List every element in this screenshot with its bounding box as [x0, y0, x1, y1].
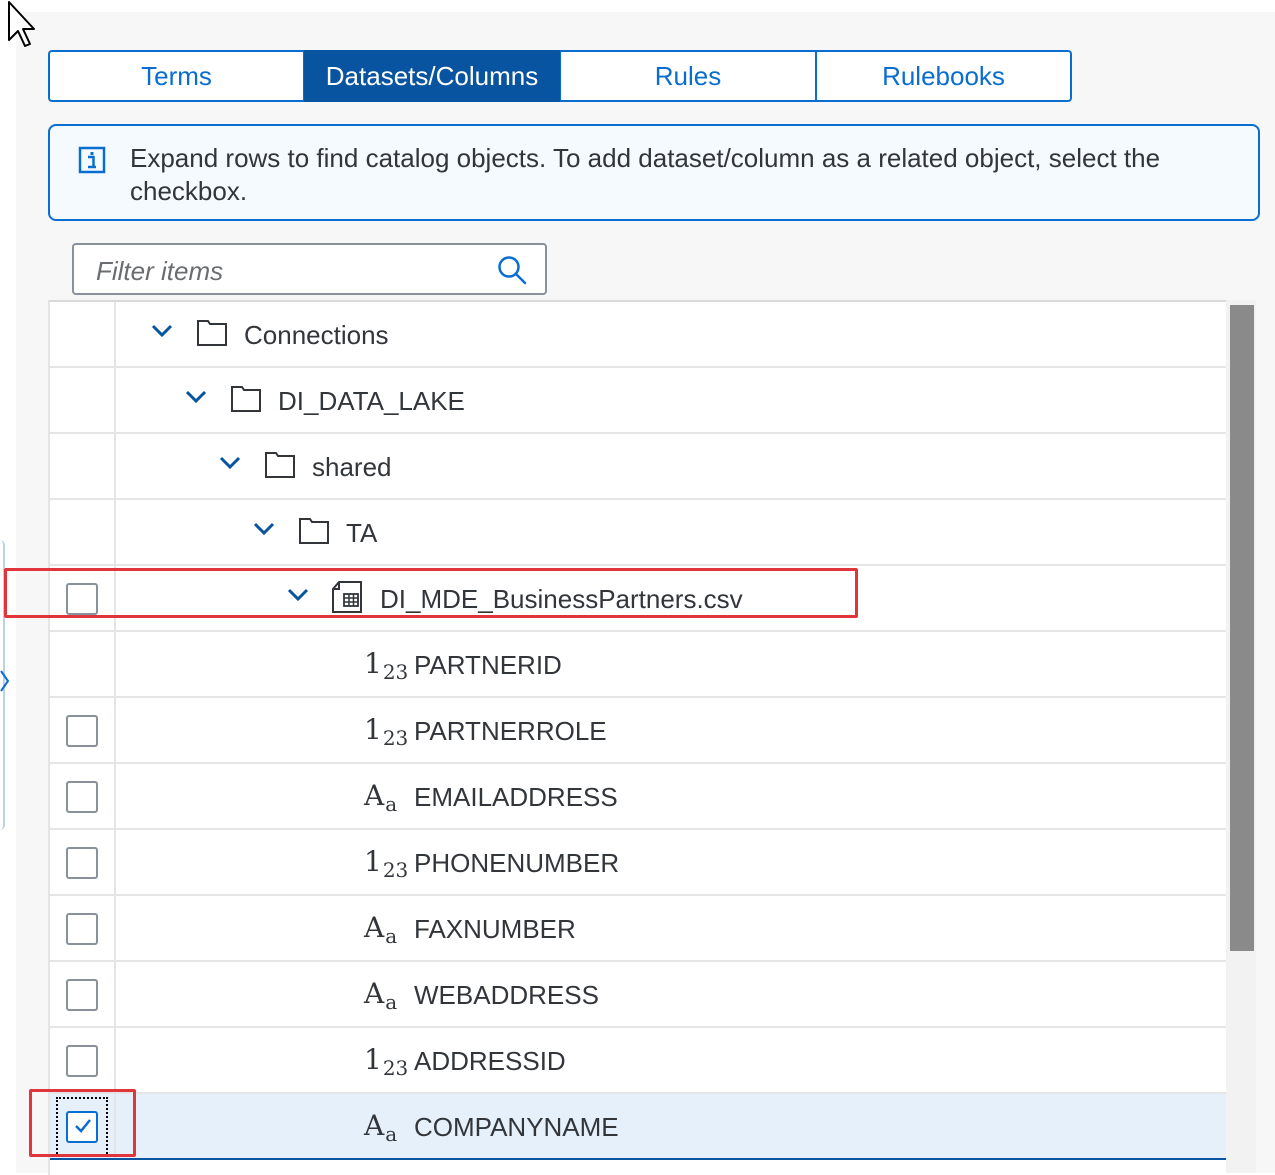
filter-input[interactable]: [94, 253, 488, 289]
info-message-strip: Expand rows to find catalog objects. To …: [48, 124, 1260, 221]
selection-cell: [50, 698, 116, 762]
chevron-down-icon[interactable]: [252, 521, 276, 537]
tree-row-label: WEBADDRESS: [414, 980, 599, 1010]
numeric-type-icon: 123: [364, 713, 409, 750]
highlight-box-dataset-row: [4, 568, 858, 618]
tree-row-column[interactable]: 123 ADDRESSID: [50, 1028, 1228, 1094]
folder-icon: [265, 452, 295, 478]
chevron-down-icon[interactable]: [150, 323, 174, 339]
tree-row-label: ADDRESSID: [414, 1046, 566, 1076]
tree-row-column[interactable]: 123 PARTNERROLE: [50, 698, 1228, 764]
tree-row-label: DI_DATA_LAKE: [278, 386, 465, 416]
scrollbar-thumb[interactable]: [1230, 305, 1254, 951]
tree-row-label: PHONENUMBER: [414, 848, 620, 878]
numeric-type-icon: 123: [364, 845, 409, 882]
string-type-icon: Aa: [364, 977, 398, 1014]
tree-row-label: COMPANYNAME: [414, 1112, 619, 1142]
chevron-down-icon[interactable]: [218, 455, 242, 471]
selection-cell: [50, 368, 116, 432]
row-checkbox[interactable]: [66, 715, 98, 747]
folder-icon: [299, 518, 329, 544]
tab-terms[interactable]: Terms: [48, 50, 304, 102]
tree-row[interactable]: shared: [50, 434, 1228, 500]
object-type-tabs: Terms Datasets/Columns Rules Rulebooks: [48, 50, 1072, 102]
tree-row-label: shared: [312, 452, 392, 482]
numeric-type-icon: 123: [364, 647, 409, 684]
highlight-box-checkbox: [29, 1089, 136, 1157]
tree-row-column[interactable]: Aa WEBADDRESS: [50, 962, 1228, 1028]
tree-row-column[interactable]: Aa FAXNUMBER: [50, 896, 1228, 962]
selection-cell: [50, 500, 116, 564]
selection-cell: [50, 302, 116, 366]
folder-icon: [197, 320, 227, 346]
tree-row-label: FAXNUMBER: [414, 914, 576, 944]
tree-row-column[interactable]: Aa EMAILADDRESS: [50, 764, 1228, 830]
info-message-text: Expand rows to find catalog objects. To …: [130, 143, 1161, 206]
tree-row-label: TA: [346, 518, 378, 548]
tab-datasets-columns[interactable]: Datasets/Columns: [304, 50, 560, 102]
tree-row-label: Connections: [244, 320, 389, 350]
folder-icon: [231, 386, 261, 412]
selection-cell: [50, 632, 116, 696]
selection-cell: [50, 1028, 116, 1092]
string-type-icon: Aa: [364, 1109, 398, 1146]
selection-cell: [50, 896, 116, 960]
numeric-type-icon: 123: [364, 1043, 409, 1080]
chevron-left-icon[interactable]: [0, 668, 10, 694]
row-checkbox[interactable]: [66, 979, 98, 1011]
catalog-tree-table: Connections DI_DATA_LAKE shared TA DI_MD…: [48, 300, 1228, 1175]
row-checkbox[interactable]: [66, 847, 98, 879]
tree-row-column[interactable]: 123 PARTNERID: [50, 632, 1228, 698]
tree-row[interactable]: Connections: [50, 302, 1228, 368]
row-checkbox[interactable]: [66, 781, 98, 813]
selection-cell: [50, 962, 116, 1026]
tree-row-label: PARTNERROLE: [414, 716, 607, 746]
string-type-icon: Aa: [364, 779, 398, 816]
chevron-down-icon[interactable]: [184, 389, 208, 405]
mouse-cursor-icon: [8, 1, 35, 47]
filter-search-field[interactable]: [72, 243, 547, 295]
tree-row-label: PARTNERID: [414, 650, 562, 680]
row-checkbox[interactable]: [66, 1045, 98, 1077]
search-icon[interactable]: [497, 255, 527, 285]
tree-row-column-selected[interactable]: Aa COMPANYNAME: [50, 1094, 1228, 1160]
tree-row-column[interactable]: 123 PHONENUMBER: [50, 830, 1228, 896]
selection-cell: [50, 830, 116, 894]
tree-row[interactable]: DI_DATA_LAKE: [50, 368, 1228, 434]
selection-cell: [50, 764, 116, 828]
selection-cell: [50, 434, 116, 498]
row-checkbox[interactable]: [66, 913, 98, 945]
tree-row-label: EMAILADDRESS: [414, 782, 618, 812]
string-type-icon: Aa: [364, 911, 398, 948]
tree-row[interactable]: TA: [50, 500, 1228, 566]
info-icon: [78, 146, 106, 174]
tab-rules[interactable]: Rules: [560, 50, 816, 102]
tab-rulebooks[interactable]: Rulebooks: [816, 50, 1072, 102]
